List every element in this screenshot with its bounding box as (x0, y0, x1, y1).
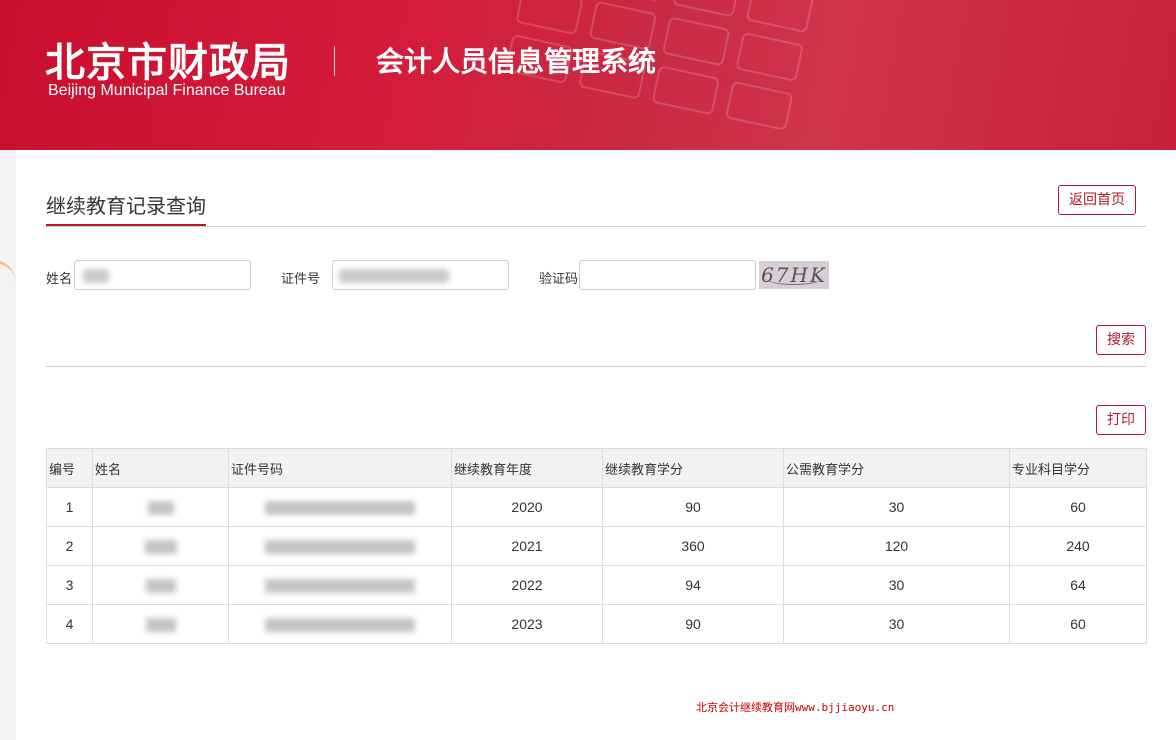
table-row: 1 2020 90 30 60 (46, 487, 1147, 527)
cell-professional-credits: 60 (1009, 604, 1147, 644)
name-label: 姓名 (46, 271, 73, 286)
title-underline (46, 224, 206, 226)
cell-professional-credits: 64 (1009, 565, 1147, 605)
cell-id-redacted (228, 487, 452, 527)
form-divider (46, 366, 1146, 367)
cell-public-credits: 30 (783, 487, 1010, 527)
name-input[interactable] (74, 260, 251, 290)
site-watermark: 北京会计继续教育网www.bjjiaoyu.cn (696, 699, 894, 715)
cell-no: 2 (46, 526, 93, 566)
cell-year: 2022 (451, 565, 603, 605)
header-divider (334, 46, 335, 76)
org-name-cn: 北京市财政局 (45, 40, 291, 86)
watermark-site-name: 北京会计继续教育网 (696, 701, 795, 714)
captcha-image[interactable]: 67HK (759, 261, 829, 289)
cell-name-redacted (92, 565, 229, 605)
page-title: 继续教育记录查询 (46, 196, 206, 218)
cell-professional-credits: 240 (1009, 526, 1147, 566)
back-home-button[interactable]: 返回首页 (1058, 185, 1136, 215)
captcha-input[interactable] (579, 260, 756, 290)
cell-total-credits: 90 (602, 604, 784, 644)
col-header-no: 编号 (46, 448, 93, 488)
title-divider (46, 226, 1146, 227)
cell-professional-credits: 60 (1009, 487, 1147, 527)
cell-name-redacted (92, 526, 229, 566)
watermark-url: www.bjjiaoyu.cn (795, 701, 895, 714)
cell-public-credits: 30 (783, 565, 1010, 605)
left-decoration (0, 150, 16, 740)
cell-no: 3 (46, 565, 93, 605)
col-header-name: 姓名 (92, 448, 229, 488)
cell-year: 2023 (451, 604, 603, 644)
captcha-label: 验证码 (539, 271, 579, 286)
col-header-id: 证件号码 (228, 448, 452, 488)
table-row: 3 2022 94 30 64 (46, 565, 1147, 605)
cell-total-credits: 90 (602, 487, 784, 527)
col-header-year: 继续教育年度 (451, 448, 603, 488)
cell-public-credits: 30 (783, 604, 1010, 644)
search-button[interactable]: 搜索 (1096, 325, 1146, 355)
col-header-professional-credits: 专业科目学分 (1009, 448, 1147, 488)
table-header-row: 编号 姓名 证件号码 继续教育年度 继续教育学分 公需教育学分 专业科目学分 (46, 448, 1147, 488)
system-title: 会计人员信息管理系统 (376, 45, 657, 78)
cell-public-credits: 120 (783, 526, 1010, 566)
print-button[interactable]: 打印 (1096, 405, 1146, 435)
cell-no: 1 (46, 487, 93, 527)
cell-name-redacted (92, 604, 229, 644)
id-number-input[interactable] (332, 260, 509, 290)
cell-year: 2021 (451, 526, 603, 566)
education-records-table: 编号 姓名 证件号码 继续教育年度 继续教育学分 公需教育学分 专业科目学分 1… (46, 448, 1147, 644)
cell-id-redacted (228, 565, 452, 605)
table-row: 4 2023 90 30 60 (46, 604, 1147, 644)
col-header-total-credits: 继续教育学分 (602, 448, 784, 488)
id-label: 证件号 (281, 271, 321, 286)
col-header-public-credits: 公需教育学分 (783, 448, 1010, 488)
cell-no: 4 (46, 604, 93, 644)
header-banner: 北京市财政局 Beijing Municipal Finance Bureau … (0, 0, 1176, 150)
cell-name-redacted (92, 487, 229, 527)
main-panel: 继续教育记录查询 返回首页 姓名 证件号 验证码 67HK 搜索 打印 编号 姓… (16, 150, 1176, 740)
cell-total-credits: 94 (602, 565, 784, 605)
table-row: 2 2021 360 120 240 (46, 526, 1147, 566)
cell-year: 2020 (451, 487, 603, 527)
cell-total-credits: 360 (602, 526, 784, 566)
cell-id-redacted (228, 604, 452, 644)
cell-id-redacted (228, 526, 452, 566)
org-name-en: Beijing Municipal Finance Bureau (48, 82, 286, 99)
